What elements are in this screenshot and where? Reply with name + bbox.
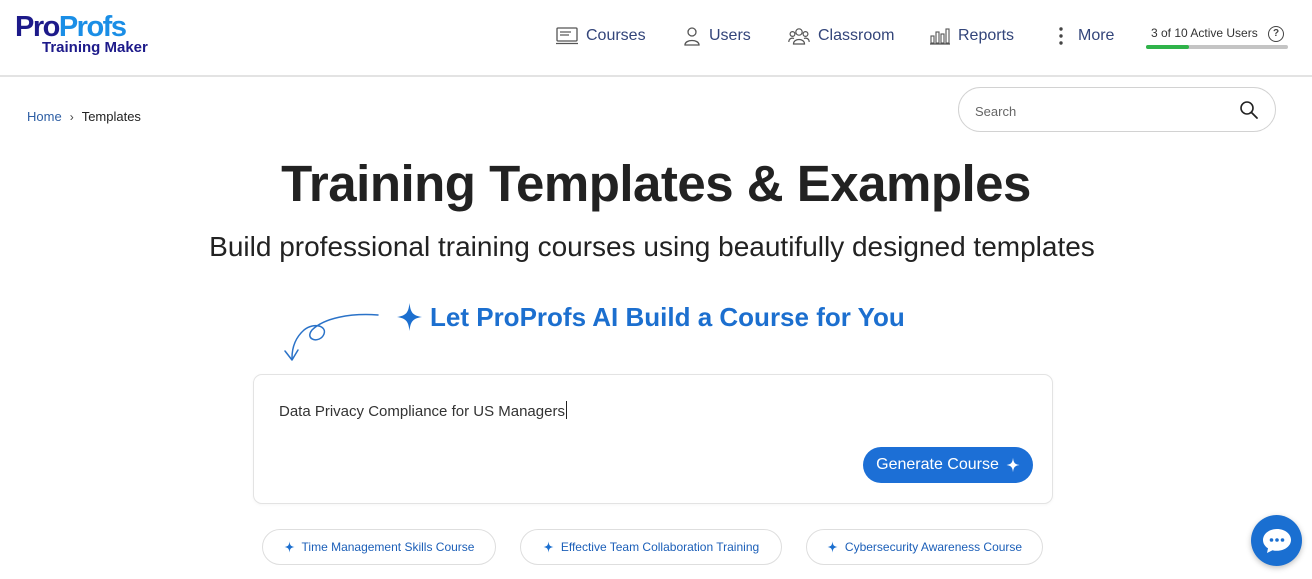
course-prompt-value: Data Privacy Compliance for US Managers	[279, 403, 565, 420]
generate-course-label: Generate Course	[876, 456, 999, 473]
page-subtitle: Build professional training courses usin…	[209, 231, 1095, 262]
nav-more-label: More	[1078, 27, 1115, 44]
classroom-icon	[788, 28, 810, 45]
suggestion-chip-label: Time Management Skills Course	[301, 540, 475, 554]
curved-arrow-icon	[284, 313, 379, 361]
more-vertical-icon	[1059, 27, 1063, 45]
nav-users[interactable]: Users	[683, 24, 751, 48]
nav-reports-label: Reports	[958, 27, 1015, 44]
text-caret	[565, 401, 567, 419]
breadcrumb: Home › Templates	[27, 109, 141, 124]
chat-widget-button[interactable]	[1251, 515, 1302, 566]
logo-subtitle: Training Maker	[42, 39, 148, 56]
active-users-text: 3 of 10 Active Users	[1151, 26, 1258, 40]
nav-classroom[interactable]: Classroom	[788, 24, 894, 48]
nav-users-label: Users	[709, 27, 751, 44]
search-input[interactable]	[973, 100, 1227, 122]
sparkle-icon	[397, 303, 422, 331]
suggestion-chip-time-management[interactable]: Time Management Skills Course	[262, 529, 496, 565]
chat-bubble-icon	[1262, 528, 1291, 553]
sparkle-icon	[1006, 457, 1020, 473]
nav-courses[interactable]: Courses	[556, 24, 646, 48]
generate-course-button[interactable]: Generate Course	[863, 447, 1033, 483]
suggestion-chip-team-collaboration[interactable]: Effective Team Collaboration Training	[520, 529, 782, 565]
ai-heading: Let ProProfs AI Build a Course for You	[396, 299, 905, 335]
suggestion-chip-label: Cybersecurity Awareness Course	[844, 540, 1023, 554]
sparkle-icon	[543, 541, 554, 553]
reports-icon	[930, 28, 950, 45]
ai-prompt-card: Data Privacy Compliance for US Managers …	[253, 374, 1053, 504]
course-prompt-input[interactable]: Data Privacy Compliance for US Managers	[279, 401, 567, 420]
sparkle-icon	[827, 541, 838, 553]
courses-icon	[556, 27, 578, 45]
active-users-progress	[1146, 45, 1288, 49]
proprofs-logo[interactable]: ProProfs Training Maker	[15, 12, 155, 60]
sparkle-icon	[284, 541, 295, 553]
help-icon[interactable]: ?	[1268, 26, 1284, 42]
suggestion-chip-cybersecurity[interactable]: Cybersecurity Awareness Course	[806, 529, 1043, 565]
breadcrumb-separator: ›	[69, 109, 74, 124]
suggestion-chip-label: Effective Team Collaboration Training	[560, 540, 760, 554]
page-title: Training Templates & Examples	[281, 155, 1031, 212]
top-header: ProProfs Training Maker Courses Users Cl…	[0, 0, 1312, 77]
search-box	[958, 87, 1276, 132]
nav-more[interactable]: More	[1052, 24, 1114, 48]
nav-courses-label: Courses	[586, 27, 646, 44]
breadcrumb-current: Templates	[81, 109, 141, 124]
nav-classroom-label: Classroom	[818, 27, 895, 44]
logo-wordmark: ProProfs	[15, 11, 127, 43]
breadcrumb-home[interactable]: Home	[27, 109, 62, 124]
active-users-indicator: 3 of 10 Active Users ?	[1146, 24, 1288, 50]
ai-heading-text: Let ProProfs AI Build a Course for You	[430, 301, 905, 332]
search-icon[interactable]	[1239, 100, 1259, 120]
active-users-progress-fill	[1146, 45, 1189, 49]
nav-reports[interactable]: Reports	[930, 24, 1014, 48]
user-icon	[684, 27, 700, 46]
